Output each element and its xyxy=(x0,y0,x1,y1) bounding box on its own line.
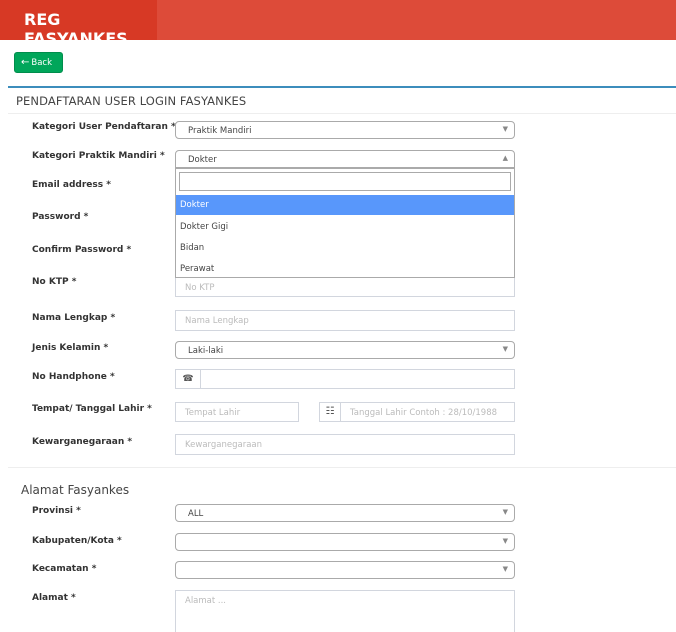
kecamatan-select[interactable]: ▼ xyxy=(175,561,515,579)
divider xyxy=(8,113,676,114)
dropdown-option[interactable]: Dokter xyxy=(176,195,514,215)
kategori-user-select[interactable]: Praktik Mandiri ▼ xyxy=(175,121,515,139)
ktp-label: No KTP * xyxy=(32,277,77,287)
dropdown-search-input[interactable] xyxy=(179,172,511,191)
top-navbar: REG FASYANKES xyxy=(0,0,676,48)
chevron-up-icon: ▲ xyxy=(502,154,508,162)
form-title: PENDAFTARAN USER LOGIN FASYANKES xyxy=(16,94,247,108)
provinsi-value: ALL xyxy=(188,509,204,519)
tanggal-lahir-input[interactable]: Tanggal Lahir Contoh : 28/10/1988 xyxy=(340,402,515,422)
confirm-password-label: Confirm Password * xyxy=(32,245,132,255)
handphone-input[interactable] xyxy=(200,369,515,389)
kecamatan-label: Kecamatan * xyxy=(32,564,97,574)
alamat-section-title: Alamat Fasyankes xyxy=(21,483,130,497)
divider xyxy=(8,467,676,468)
back-button[interactable]: ← Back xyxy=(14,52,63,73)
nama-label: Nama Lengkap * xyxy=(32,313,116,323)
kabupaten-label: Kabupaten/Kota * xyxy=(32,536,122,546)
password-label: Password * xyxy=(32,212,89,222)
kabupaten-select[interactable]: ▼ xyxy=(175,533,515,551)
email-label: Email address * xyxy=(32,180,111,190)
ttl-label: Tempat/ Tanggal Lahir * xyxy=(32,404,152,414)
brand-logo[interactable]: REG FASYANKES xyxy=(0,0,157,48)
kategori-praktik-select[interactable]: Dokter ▲ xyxy=(175,150,515,168)
calendar-icon[interactable]: ☷ xyxy=(319,402,341,422)
jenis-kelamin-select[interactable]: Laki-laki ▼ xyxy=(175,341,515,359)
chevron-down-icon: ▼ xyxy=(502,565,508,573)
chevron-down-icon: ▼ xyxy=(502,345,508,353)
jenis-kelamin-value: Laki-laki xyxy=(188,346,224,356)
provinsi-select[interactable]: ALL ▼ xyxy=(175,504,515,522)
arrow-left-icon: ← xyxy=(21,57,30,68)
dropdown-option[interactable]: Dokter Gigi xyxy=(176,217,514,237)
kategori-praktik-value: Dokter xyxy=(188,155,217,165)
ktp-input[interactable]: No KTP xyxy=(175,277,515,297)
dropdown-option[interactable]: Perawat xyxy=(176,259,514,279)
chevron-down-icon: ▼ xyxy=(502,537,508,545)
handphone-label: No Handphone * xyxy=(32,372,115,382)
tempat-lahir-input[interactable]: Tempat Lahir xyxy=(175,402,299,422)
kewarganegaraan-input[interactable]: Kewarganegaraan xyxy=(175,434,515,455)
kewarganegaraan-label: Kewarganegaraan * xyxy=(32,437,133,447)
kategori-user-label: Kategori User Pendaftaran * xyxy=(32,122,176,132)
kategori-praktik-dropdown: Dokter Dokter Gigi Bidan Perawat xyxy=(175,168,515,278)
chevron-down-icon: ▼ xyxy=(502,125,508,133)
kategori-praktik-label: Kategori Praktik Mandiri * xyxy=(32,151,165,161)
alamat-textarea[interactable]: Alamat ... xyxy=(175,590,515,632)
provinsi-label: Provinsi * xyxy=(32,506,81,516)
jenis-kelamin-label: Jenis Kelamin * xyxy=(32,343,109,353)
nama-input[interactable]: Nama Lengkap xyxy=(175,310,515,331)
dropdown-option[interactable]: Bidan xyxy=(176,238,514,258)
alamat-label: Alamat * xyxy=(32,593,76,603)
phone-icon: ☎ xyxy=(175,369,201,389)
kategori-user-value: Praktik Mandiri xyxy=(188,126,252,136)
back-button-label: Back xyxy=(31,58,53,68)
chevron-down-icon: ▼ xyxy=(502,508,508,516)
box-top-border xyxy=(8,86,676,88)
